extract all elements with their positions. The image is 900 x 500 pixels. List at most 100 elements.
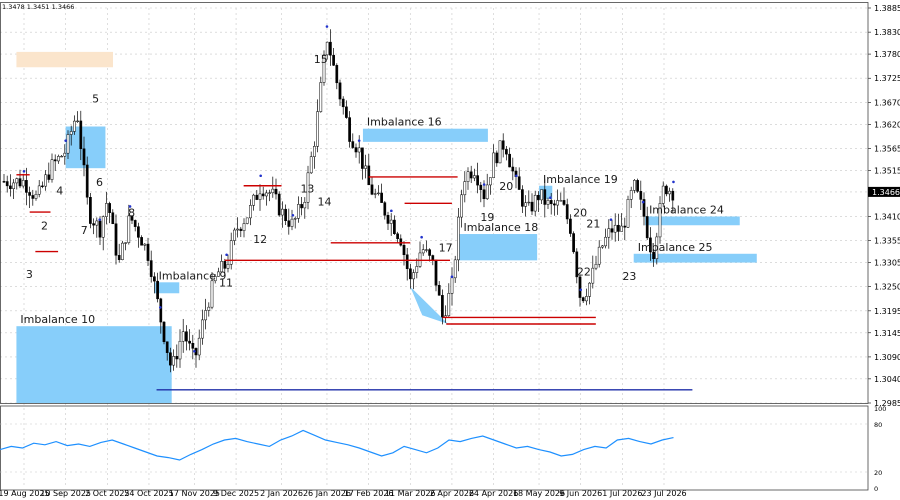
fractal-marker: [420, 235, 423, 239]
candle-body: [546, 200, 550, 205]
candle-body: [623, 225, 627, 228]
candle-body: [453, 259, 457, 279]
candle-body: [581, 297, 585, 302]
candle-body: [549, 200, 553, 205]
y-tick-label: 1.3040: [874, 375, 900, 384]
y-tick-label: 1.3725: [874, 74, 900, 83]
y-tick-label: 1.3090: [874, 353, 900, 362]
y-tick-label: 1.3565: [874, 144, 900, 153]
zone-label: Imbalance 25: [638, 241, 713, 254]
candle-body: [191, 342, 195, 349]
candle-body: [73, 120, 76, 132]
candle-body: [137, 226, 140, 238]
candle-body: [671, 190, 675, 201]
candle-body: [380, 192, 383, 203]
candle-body: [44, 174, 47, 187]
candle-body: [364, 165, 367, 169]
candle-body: [354, 147, 358, 153]
candle-body: [271, 188, 275, 194]
candle-body: [495, 152, 499, 164]
candle-body: [402, 244, 406, 256]
candle-body: [69, 131, 73, 135]
candle-body: [92, 223, 95, 226]
wave-label: 11: [219, 277, 233, 290]
candle-body: [268, 192, 271, 194]
candle-body: [540, 189, 543, 201]
y-tick-label: 1.3670: [874, 98, 900, 107]
zone-label: Imbalance 24: [649, 203, 724, 216]
candle-body: [492, 152, 495, 178]
candle-body: [431, 255, 435, 261]
fractal-marker: [193, 350, 196, 353]
candle-body: [597, 246, 601, 265]
candle-body: [357, 147, 361, 153]
candle-body: [252, 194, 255, 206]
candle-body: [405, 254, 409, 270]
wave-label: 20: [573, 206, 587, 219]
fractal-marker: [325, 25, 329, 28]
candle-body: [293, 218, 297, 220]
candle-body: [281, 208, 284, 216]
wave-label: 2: [41, 220, 48, 233]
candle-body: [527, 201, 531, 204]
fractal-marker: [22, 170, 26, 173]
last-price-label: 1.3466: [872, 188, 900, 197]
candle-body: [149, 260, 153, 277]
candle-body: [127, 215, 131, 243]
candle-body: [53, 159, 57, 162]
candle-body: [341, 98, 345, 108]
candle-body: [34, 193, 38, 199]
candle-body: [457, 216, 460, 261]
candle-body: [255, 194, 259, 200]
imbalance-zone: [16, 51, 113, 68]
candle-body: [108, 203, 111, 213]
candle-body: [425, 249, 428, 251]
candle-body: [409, 268, 412, 280]
candle-body: [421, 249, 425, 254]
candle-body: [585, 296, 588, 302]
zone-label: Imbalance 18: [464, 221, 539, 234]
candle-body: [645, 216, 649, 239]
candle-body: [578, 276, 582, 298]
fractal-marker: [579, 288, 582, 292]
candle-body: [210, 280, 214, 308]
candle-body: [41, 185, 44, 187]
wave-label: 4: [56, 185, 63, 198]
candle-body: [300, 204, 303, 209]
candle-body: [133, 220, 137, 227]
candle-body: [277, 193, 281, 216]
wave-label: 14: [317, 196, 331, 209]
candle-body: [169, 352, 172, 366]
price-chart[interactable]: Imbalance 9 Imbalance 10 Imbalance 16 Imbal…: [0, 0, 900, 500]
candle-body: [441, 295, 444, 318]
candle-body: [57, 156, 60, 162]
candle-body: [511, 166, 515, 172]
zone-label: Imbalance 10: [20, 313, 95, 326]
candle-body: [633, 180, 636, 191]
candle-body: [473, 175, 476, 179]
candle-body: [613, 224, 617, 233]
candle-body: [12, 182, 15, 190]
candle-body: [485, 184, 489, 200]
zone-label: Imbalance 9: [159, 269, 227, 282]
candle-body: [565, 204, 569, 220]
candle-body: [117, 255, 121, 260]
candle-body: [274, 188, 278, 195]
candle-body: [498, 140, 502, 164]
candle-body: [207, 306, 211, 311]
fractal-marker: [482, 183, 486, 186]
candle-body: [319, 82, 323, 112]
imbalance-zone: [459, 234, 538, 261]
fractal-marker: [291, 213, 295, 217]
candle-body: [591, 267, 595, 284]
oscillator-scale-label: 80: [874, 421, 882, 429]
candle-body: [434, 259, 438, 286]
candle-body: [284, 208, 287, 221]
candle-body: [245, 217, 249, 224]
fractal-marker: [450, 275, 454, 278]
candle-body: [501, 140, 505, 150]
y-tick-label: 1.3515: [874, 166, 900, 175]
candle-body: [533, 194, 537, 212]
candle-body: [489, 177, 492, 186]
wave-label: 7: [81, 224, 88, 237]
